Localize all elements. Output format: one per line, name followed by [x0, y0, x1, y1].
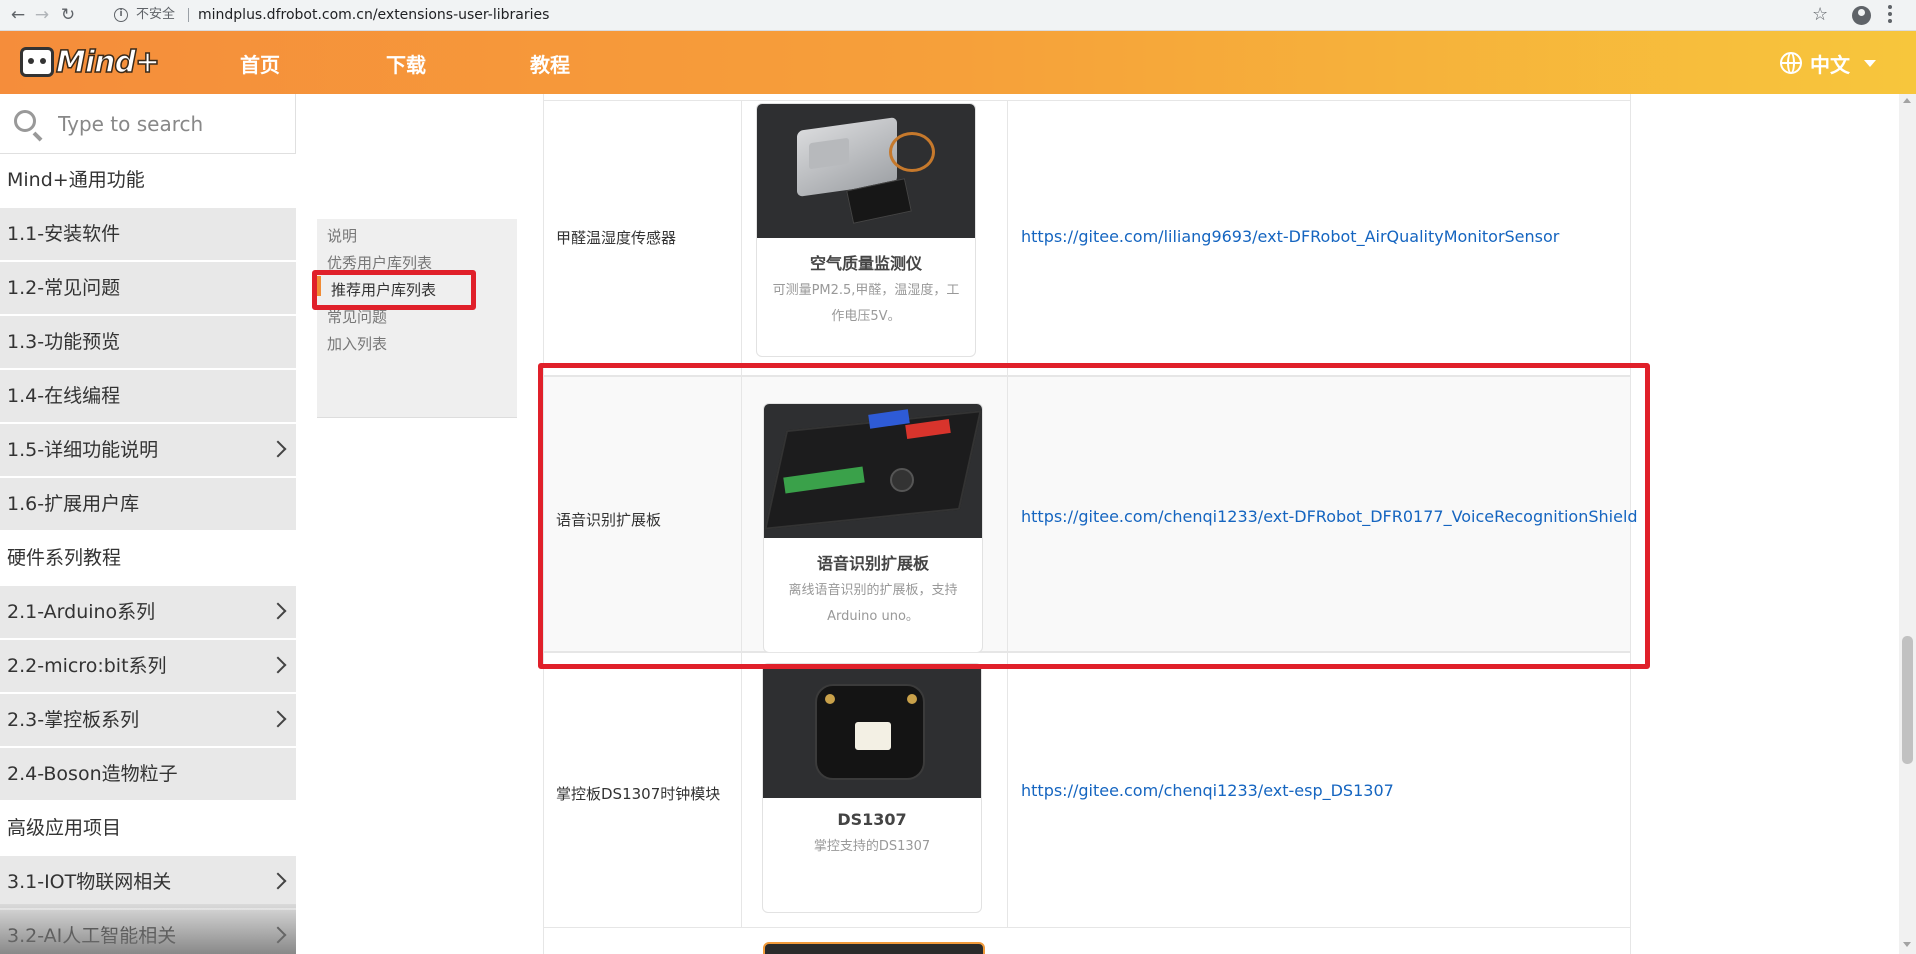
card-description: 掌控支持的DS1307: [813, 839, 931, 854]
scroll-down-arrow-icon[interactable]: [1903, 942, 1911, 947]
sensor-wire-shape: [889, 132, 935, 172]
sidebar-item-label: 3.1-IOT物联网相关: [7, 871, 172, 893]
product-image-ds1307: [763, 664, 981, 798]
mindplus-logo[interactable]: Mind+: [20, 43, 161, 83]
search-icon: [14, 110, 36, 132]
caret-down-icon: [1864, 60, 1876, 67]
robot-logo-icon: [20, 47, 54, 77]
sidebar-search: [0, 94, 296, 154]
globe-icon: [1780, 52, 1802, 74]
sidebar-item[interactable]: 1.5-详细功能说明: [0, 424, 296, 477]
scroll-thumb[interactable]: [1902, 636, 1913, 764]
product-image-air-quality: [757, 104, 975, 238]
sidebar-item[interactable]: 2.4-Boson造物粒子: [0, 748, 296, 801]
library-name: 甲醛温湿度传感器: [556, 229, 677, 247]
back-arrow-icon[interactable]: ←: [6, 3, 30, 27]
chevron-right-icon: [269, 440, 287, 458]
sidebar-item[interactable]: 3.1-IOT物联网相关: [0, 856, 296, 909]
address-bar[interactable]: i 不安全 mindplus.dfrobot.com.cn/extensions…: [106, 2, 1826, 28]
sidebar-item-label: 1.3-功能预览: [7, 331, 121, 353]
chevron-right-icon: [269, 602, 287, 620]
card-title: DS1307: [837, 810, 907, 829]
sidebar-item-label: 1.4-在线编程: [7, 385, 121, 407]
mount-hole-shape: [825, 694, 835, 704]
browser-toolbar: ← → ↻ i 不安全 mindplus.dfrobot.com.cn/exte…: [0, 0, 1916, 31]
sidebar-item[interactable]: 1.3-功能预览: [0, 316, 296, 369]
table-row: 甲醛温湿度传感器 空气质量监测仪 可测量PM2.5,甲醛，温湿度，工作电压5V。…: [544, 100, 1630, 376]
nav-tutorial[interactable]: 教程: [530, 49, 570, 78]
nav-home[interactable]: 首页: [240, 49, 280, 78]
product-card-partial[interactable]: [763, 942, 985, 954]
sidebar-item[interactable]: 高级应用项目: [0, 802, 296, 855]
sidebar-item-label: 1.2-常见问题: [7, 277, 121, 299]
connector-shape: [855, 722, 891, 750]
sidebar-item[interactable]: 2.1-Arduino系列: [0, 586, 296, 639]
forward-arrow-icon[interactable]: →: [30, 3, 54, 27]
chevron-right-icon: [269, 656, 287, 674]
insecure-label: 不安全: [136, 7, 176, 22]
logo-text: Mind+: [55, 44, 161, 81]
sidebar-item[interactable]: 1.6-扩展用户库: [0, 478, 296, 531]
chevron-right-icon: [269, 872, 287, 890]
library-name: 掌控板DS1307时钟模块: [556, 785, 721, 803]
sidebar-item[interactable]: 1.2-常见问题: [0, 262, 296, 315]
sidebar-item[interactable]: 硬件系列教程: [0, 532, 296, 585]
sidebar-item-label: 硬件系列教程: [7, 547, 122, 569]
site-header: Mind+ 首页 下载 教程 中文: [0, 31, 1916, 94]
product-card[interactable]: 空气质量监测仪 可测量PM2.5,甲醛，温湿度，工作电压5V。: [756, 103, 976, 357]
search-input[interactable]: [58, 108, 278, 140]
scroll-up-arrow-icon[interactable]: [1903, 98, 1911, 103]
sidebar-item[interactable]: Mind+通用功能: [0, 154, 296, 207]
sidebar-item[interactable]: 1.4-在线编程: [0, 370, 296, 423]
card-description: 可测量PM2.5,甲醛，温湿度，工作电压5V。: [772, 283, 960, 324]
page-scrollbar[interactable]: [1899, 94, 1916, 954]
column-divider: [741, 101, 742, 375]
toc-item-intro[interactable]: 说明: [327, 225, 357, 246]
address-separator: [188, 8, 189, 22]
sidebar-item[interactable]: 2.2-micro:bit系列: [0, 640, 296, 693]
row-highlight-box: [538, 363, 1650, 669]
toc-highlight-box: [312, 270, 476, 310]
url-text[interactable]: mindplus.dfrobot.com.cn/extensions-user-…: [198, 2, 549, 28]
column-divider: [1007, 101, 1008, 375]
column-divider: [741, 653, 742, 927]
library-link[interactable]: https://gitee.com/liliang9693/ext-DFRobo…: [1021, 227, 1559, 246]
bookmark-star-icon[interactable]: ☆: [1812, 3, 1828, 27]
card-title: 空气质量监测仪: [809, 254, 922, 273]
sidebar-fade: [0, 904, 296, 954]
sidebar-item-label: 高级应用项目: [7, 817, 122, 839]
toc-item-join[interactable]: 加入列表: [327, 333, 387, 354]
product-card[interactable]: DS1307 掌控支持的DS1307: [762, 663, 982, 913]
sidebar-item-label: 1.6-扩展用户库: [7, 493, 140, 515]
chevron-right-icon: [269, 710, 287, 728]
sidebar-item[interactable]: 2.3-掌控板系列: [0, 694, 296, 747]
library-link[interactable]: https://gitee.com/chenqi1233/ext-esp_DS1…: [1021, 781, 1394, 800]
language-label: 中文: [1810, 53, 1850, 77]
sidebar-item-label: 1.5-详细功能说明: [7, 439, 159, 461]
nav-download[interactable]: 下载: [386, 49, 426, 78]
mount-hole-shape: [907, 694, 917, 704]
column-divider: [1007, 653, 1008, 927]
sidebar-item-label: Mind+通用功能: [7, 169, 145, 191]
sidebar: Mind+通用功能 1.1-安装软件 1.2-常见问题 1.3-功能预览 1.4-在线编…: [0, 94, 296, 954]
sidebar-item[interactable]: 1.1-安装软件: [0, 208, 296, 261]
reload-icon[interactable]: ↻: [56, 3, 80, 27]
table-row: 掌控板DS1307时钟模块 DS1307 掌控支持的DS1307 https:/…: [544, 652, 1630, 928]
account-icon[interactable]: [1852, 6, 1871, 25]
sidebar-item-label: 2.4-Boson造物粒子: [7, 763, 178, 785]
sidebar-item-label: 1.1-安装软件: [7, 223, 121, 245]
page-toc: 说明 优秀用户库列表 推荐用户库列表 常见问题 加入列表: [317, 219, 517, 418]
page-root: ← → ↻ i 不安全 mindplus.dfrobot.com.cn/exte…: [0, 0, 1916, 954]
menu-kebab-icon[interactable]: [1888, 5, 1892, 25]
sidebar-item-label: 2.1-Arduino系列: [7, 601, 156, 623]
info-icon[interactable]: i: [114, 8, 128, 22]
sidebar-item-label: 2.2-micro:bit系列: [7, 655, 167, 677]
sidebar-item-label: 2.3-掌控板系列: [7, 709, 140, 731]
